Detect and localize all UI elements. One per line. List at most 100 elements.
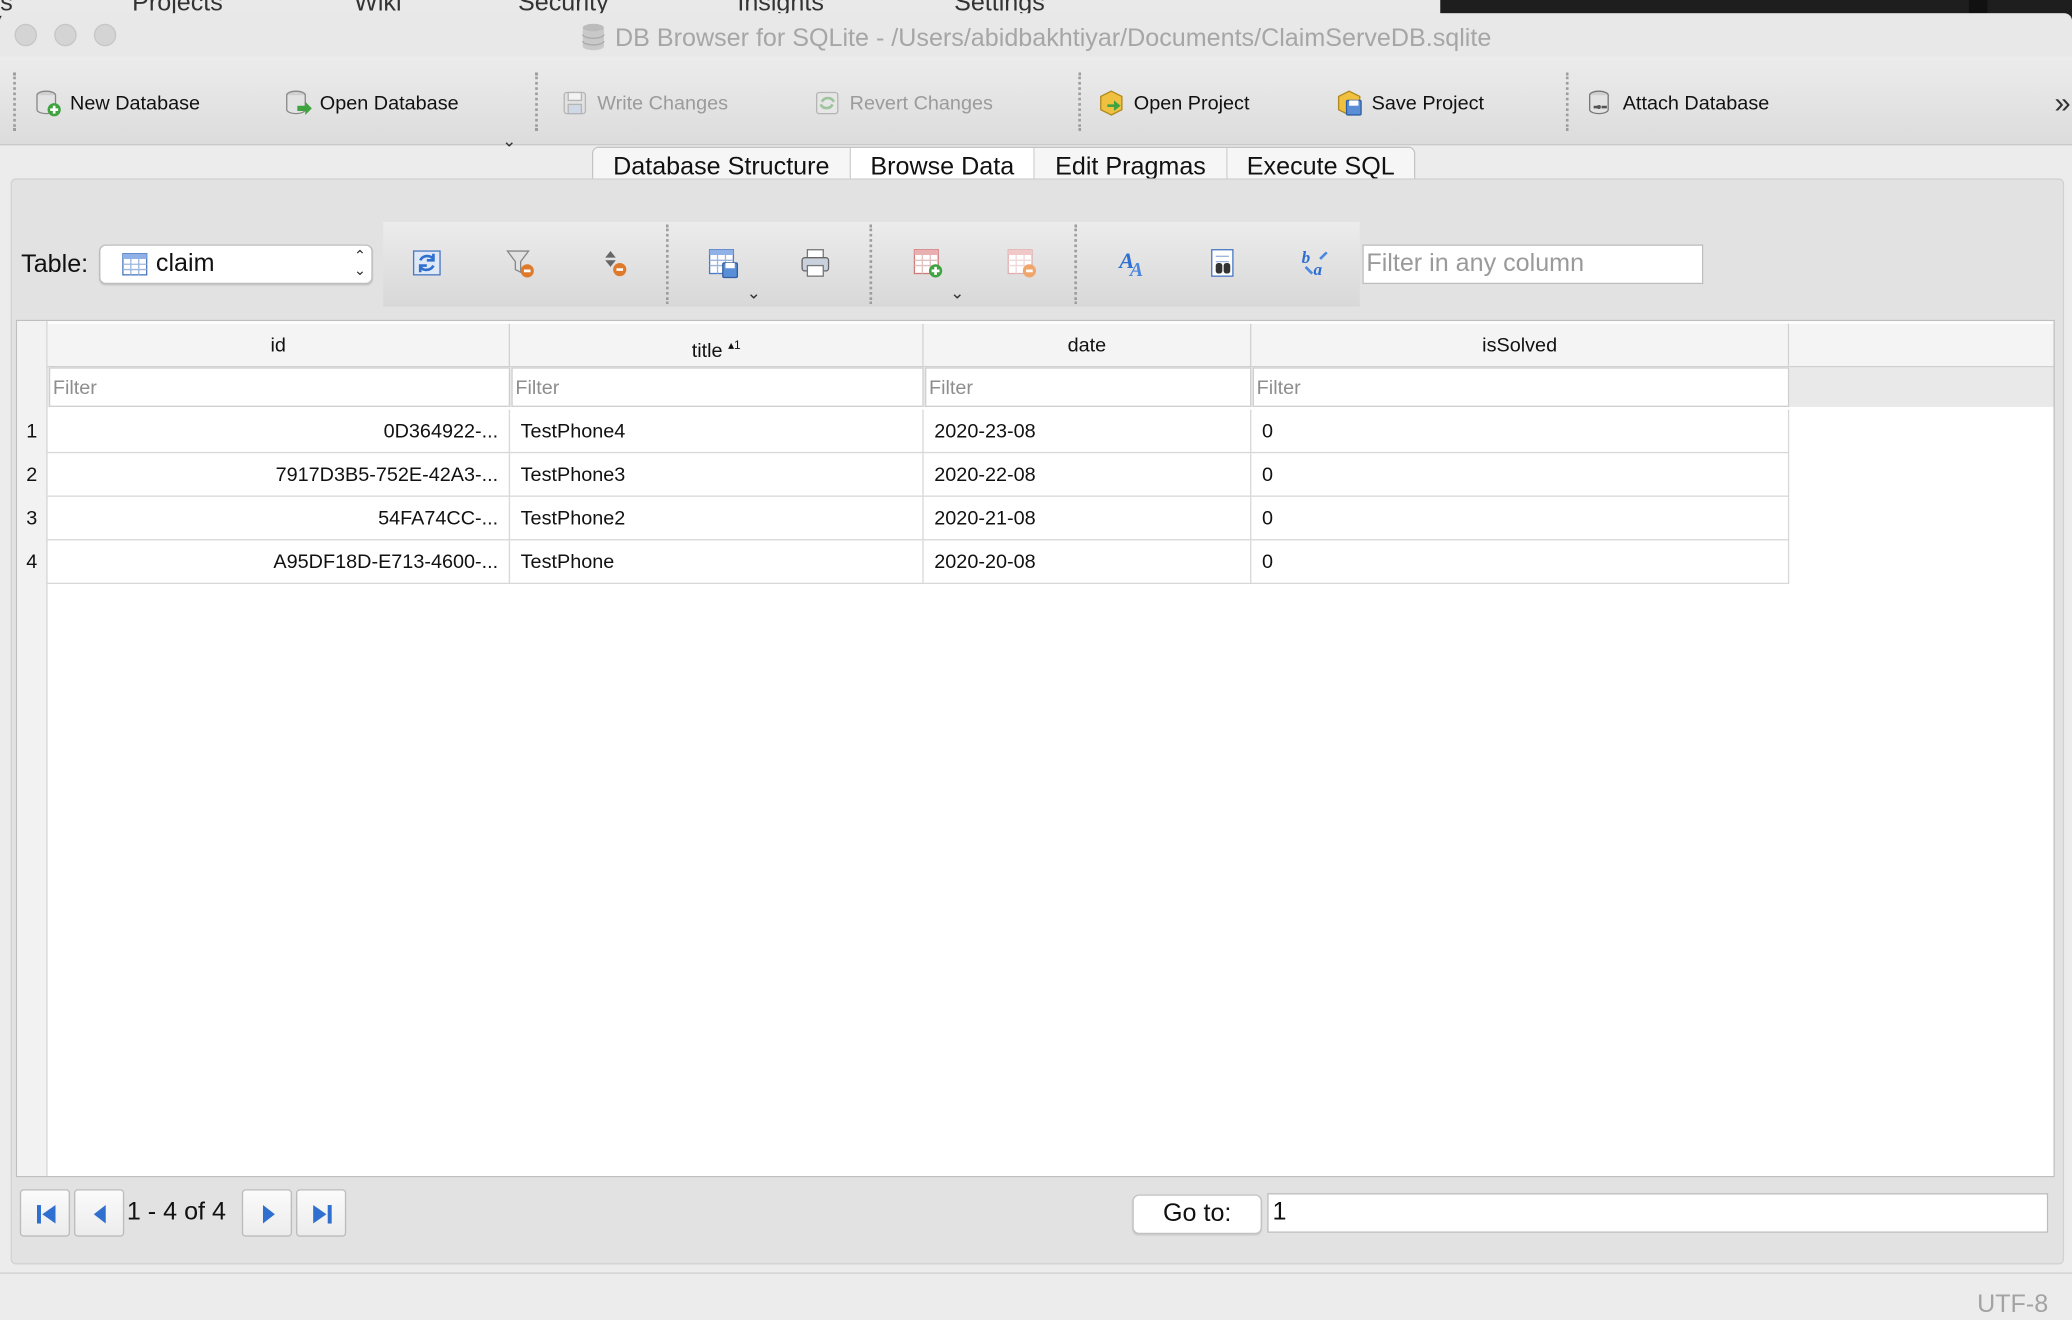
refresh-button[interactable] xyxy=(410,246,444,280)
next-page-button[interactable] xyxy=(241,1189,293,1237)
save-project-label: Save Project xyxy=(1371,91,1485,115)
filter-input-id[interactable] xyxy=(48,367,511,407)
cell-id[interactable]: 7917D3B5-752E-42A3-... xyxy=(47,453,511,497)
save-results-dropdown-icon[interactable]: ⌄ xyxy=(747,283,761,304)
cell-issolved[interactable]: 0 xyxy=(1251,453,1790,497)
data-grid: id title ▴1 date isSolved 1 0D364922-...… xyxy=(15,319,2055,1178)
find-replace-icon: ba xyxy=(1302,248,1328,279)
open-project-button[interactable]: Open Project xyxy=(1097,86,1249,120)
clear-sorting-button[interactable] xyxy=(597,246,631,280)
table-icon xyxy=(122,253,148,276)
delete-row-icon xyxy=(1007,249,1037,278)
toolbar-separator xyxy=(666,224,669,304)
first-page-button[interactable] xyxy=(19,1189,71,1237)
toolbar-overflow-icon[interactable]: » xyxy=(2054,86,2070,120)
save-project-icon xyxy=(1337,90,1362,116)
window-title-container: DB Browser for SQLite - /Users/abidbakht… xyxy=(0,22,2072,54)
attach-database-button[interactable]: Attach Database xyxy=(1586,86,1769,120)
cell-title[interactable]: TestPhone4 xyxy=(510,409,924,454)
column-header-issolved[interactable]: isSolved xyxy=(1251,323,1790,368)
toolbar-separator xyxy=(13,72,16,131)
table-row[interactable]: 3 54FA74CC-... TestPhone2 2020-21-08 0 xyxy=(17,496,1790,541)
cell-issolved[interactable]: 0 xyxy=(1251,540,1790,585)
main-toolbar: New Database Open Database ⌄ Write Chang… xyxy=(0,56,2072,151)
cell-issolved[interactable]: 0 xyxy=(1251,409,1790,454)
cell-title[interactable]: TestPhone xyxy=(510,540,924,585)
svg-text:a: a xyxy=(1314,260,1323,279)
set-encoding-button[interactable]: AA xyxy=(1115,246,1149,281)
find-replace-button[interactable]: ba xyxy=(1299,246,1333,280)
cell-date[interactable]: 2020-22-08 xyxy=(923,453,1252,497)
row-number[interactable]: 4 xyxy=(17,540,46,584)
open-database-dropdown-icon[interactable]: ⌄ xyxy=(502,131,516,152)
new-database-button[interactable]: New Database xyxy=(33,86,200,120)
delete-record-button[interactable] xyxy=(1004,246,1038,280)
revert-changes-button[interactable]: Revert Changes xyxy=(813,86,993,120)
table-row[interactable]: 4 A95DF18D-E713-4600-... TestPhone 2020-… xyxy=(17,540,1790,585)
table-label: Table: xyxy=(21,251,89,279)
insert-record-button[interactable] xyxy=(910,246,944,280)
toolbar-separator xyxy=(1074,224,1077,304)
last-page-icon xyxy=(313,1205,332,1224)
filter-input-title[interactable] xyxy=(511,367,924,407)
row-number[interactable]: 1 xyxy=(17,410,46,454)
insert-record-dropdown-icon[interactable]: ⌄ xyxy=(950,283,964,304)
cell-title[interactable]: TestPhone3 xyxy=(510,453,924,497)
new-database-icon xyxy=(36,90,61,117)
save-table-icon xyxy=(708,249,739,279)
open-database-button[interactable]: Open Database xyxy=(283,86,459,120)
go-to-button[interactable]: Go to: xyxy=(1132,1194,1262,1235)
print-button[interactable] xyxy=(798,246,832,280)
filter-input-issolved[interactable] xyxy=(1252,367,1790,407)
title-bar: DB Browser for SQLite - /Users/abidbakht… xyxy=(0,13,2072,57)
cell-id[interactable]: 0D364922-... xyxy=(47,409,511,454)
filter-any-column-input[interactable] xyxy=(1362,244,1704,285)
table-select-value: claim xyxy=(155,249,215,278)
font-encoding-icon: AA xyxy=(1117,248,1143,281)
revert-changes-label: Revert Changes xyxy=(849,91,993,115)
save-results-button[interactable] xyxy=(706,246,740,280)
table-toolbar: ⌄ ⌄ AA ba xyxy=(383,221,1360,307)
table-row[interactable]: 2 7917D3B5-752E-42A3-... TestPhone3 2020… xyxy=(17,453,1790,497)
filter-row xyxy=(47,367,2054,407)
cell-date[interactable]: 2020-21-08 xyxy=(923,496,1252,541)
last-page-button[interactable] xyxy=(296,1189,347,1237)
write-changes-icon xyxy=(563,91,587,115)
column-header-title[interactable]: title ▴1 xyxy=(510,323,924,368)
app-window: DB Browser for SQLite - /Users/abidbakht… xyxy=(0,13,2072,1320)
cell-issolved[interactable]: 0 xyxy=(1251,496,1790,541)
column-header-date[interactable]: date xyxy=(923,323,1252,368)
clear-filters-button[interactable] xyxy=(503,246,537,280)
find-button[interactable] xyxy=(1208,246,1242,280)
table-select[interactable]: claim ⌃ ⌄ xyxy=(99,244,373,285)
cell-date[interactable]: 2020-23-08 xyxy=(923,409,1252,454)
select-stepper-icon: ⌃ ⌄ xyxy=(353,248,367,279)
cell-title[interactable]: TestPhone2 xyxy=(510,496,924,541)
save-project-button[interactable]: Save Project xyxy=(1335,86,1484,120)
row-number[interactable]: 2 xyxy=(17,453,46,497)
svg-text:b: b xyxy=(1302,248,1311,267)
toolbar-separator xyxy=(869,224,873,304)
toolbar-separator xyxy=(1565,72,1569,131)
column-header-empty xyxy=(1789,323,2054,368)
record-range: 1 - 4 of 4 xyxy=(126,1198,226,1227)
cell-date[interactable]: 2020-20-08 xyxy=(923,540,1252,585)
table-row[interactable]: 1 0D364922-... TestPhone4 2020-23-08 0 xyxy=(17,409,1790,454)
cell-id[interactable]: A95DF18D-E713-4600-... xyxy=(47,540,511,585)
encoding-status[interactable]: UTF-8 xyxy=(1977,1291,2048,1320)
next-page-icon xyxy=(262,1205,275,1224)
row-number[interactable]: 3 xyxy=(17,497,46,541)
open-database-label: Open Database xyxy=(319,91,459,115)
previous-page-button[interactable] xyxy=(74,1189,125,1237)
insert-row-icon xyxy=(913,249,943,278)
print-icon xyxy=(801,249,830,277)
write-changes-button[interactable]: Write Changes xyxy=(560,86,728,120)
column-header-id[interactable]: id xyxy=(47,323,511,368)
toolbar-separator xyxy=(1078,72,1081,131)
filter-input-date[interactable] xyxy=(925,367,1252,407)
cell-id[interactable]: 54FA74CC-... xyxy=(47,496,511,541)
go-to-input[interactable] xyxy=(1267,1193,2049,1233)
first-page-icon xyxy=(37,1205,56,1224)
new-database-label: New Database xyxy=(70,91,201,115)
column-header-label: title xyxy=(691,339,723,363)
